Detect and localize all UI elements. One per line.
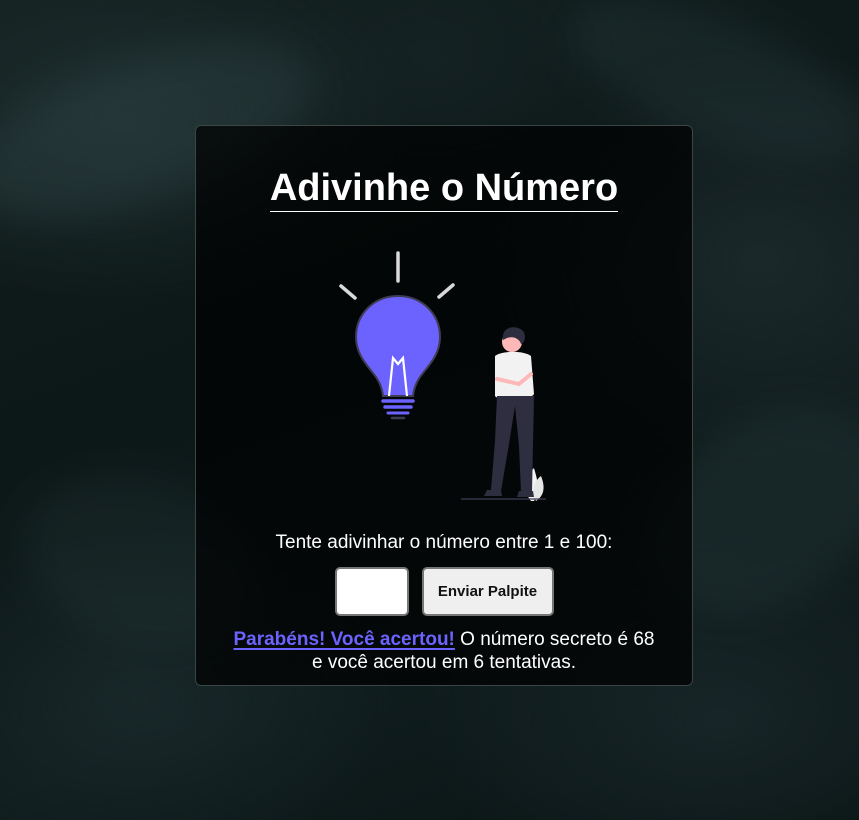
- submit-guess-button[interactable]: Enviar Palpite: [421, 567, 554, 616]
- guess-form: Enviar Palpite: [196, 567, 692, 616]
- page-title: Adivinhe o Número: [196, 166, 692, 212]
- success-message: Parabéns! Você acertou!: [233, 629, 455, 650]
- result-message: Parabéns! Você acertou! O número secreto…: [226, 628, 662, 674]
- page-title-text: Adivinhe o Número: [269, 166, 619, 212]
- game-card: Adivinhe o Número Tente adivinhar o núme…: [195, 125, 693, 686]
- instruction-text: Tente adivinhar o número entre 1 e 100:: [275, 532, 613, 553]
- guess-input[interactable]: [334, 567, 409, 616]
- lightbulb-idea-illustration: [339, 251, 546, 501]
- lightbulb-icon: [339, 251, 455, 420]
